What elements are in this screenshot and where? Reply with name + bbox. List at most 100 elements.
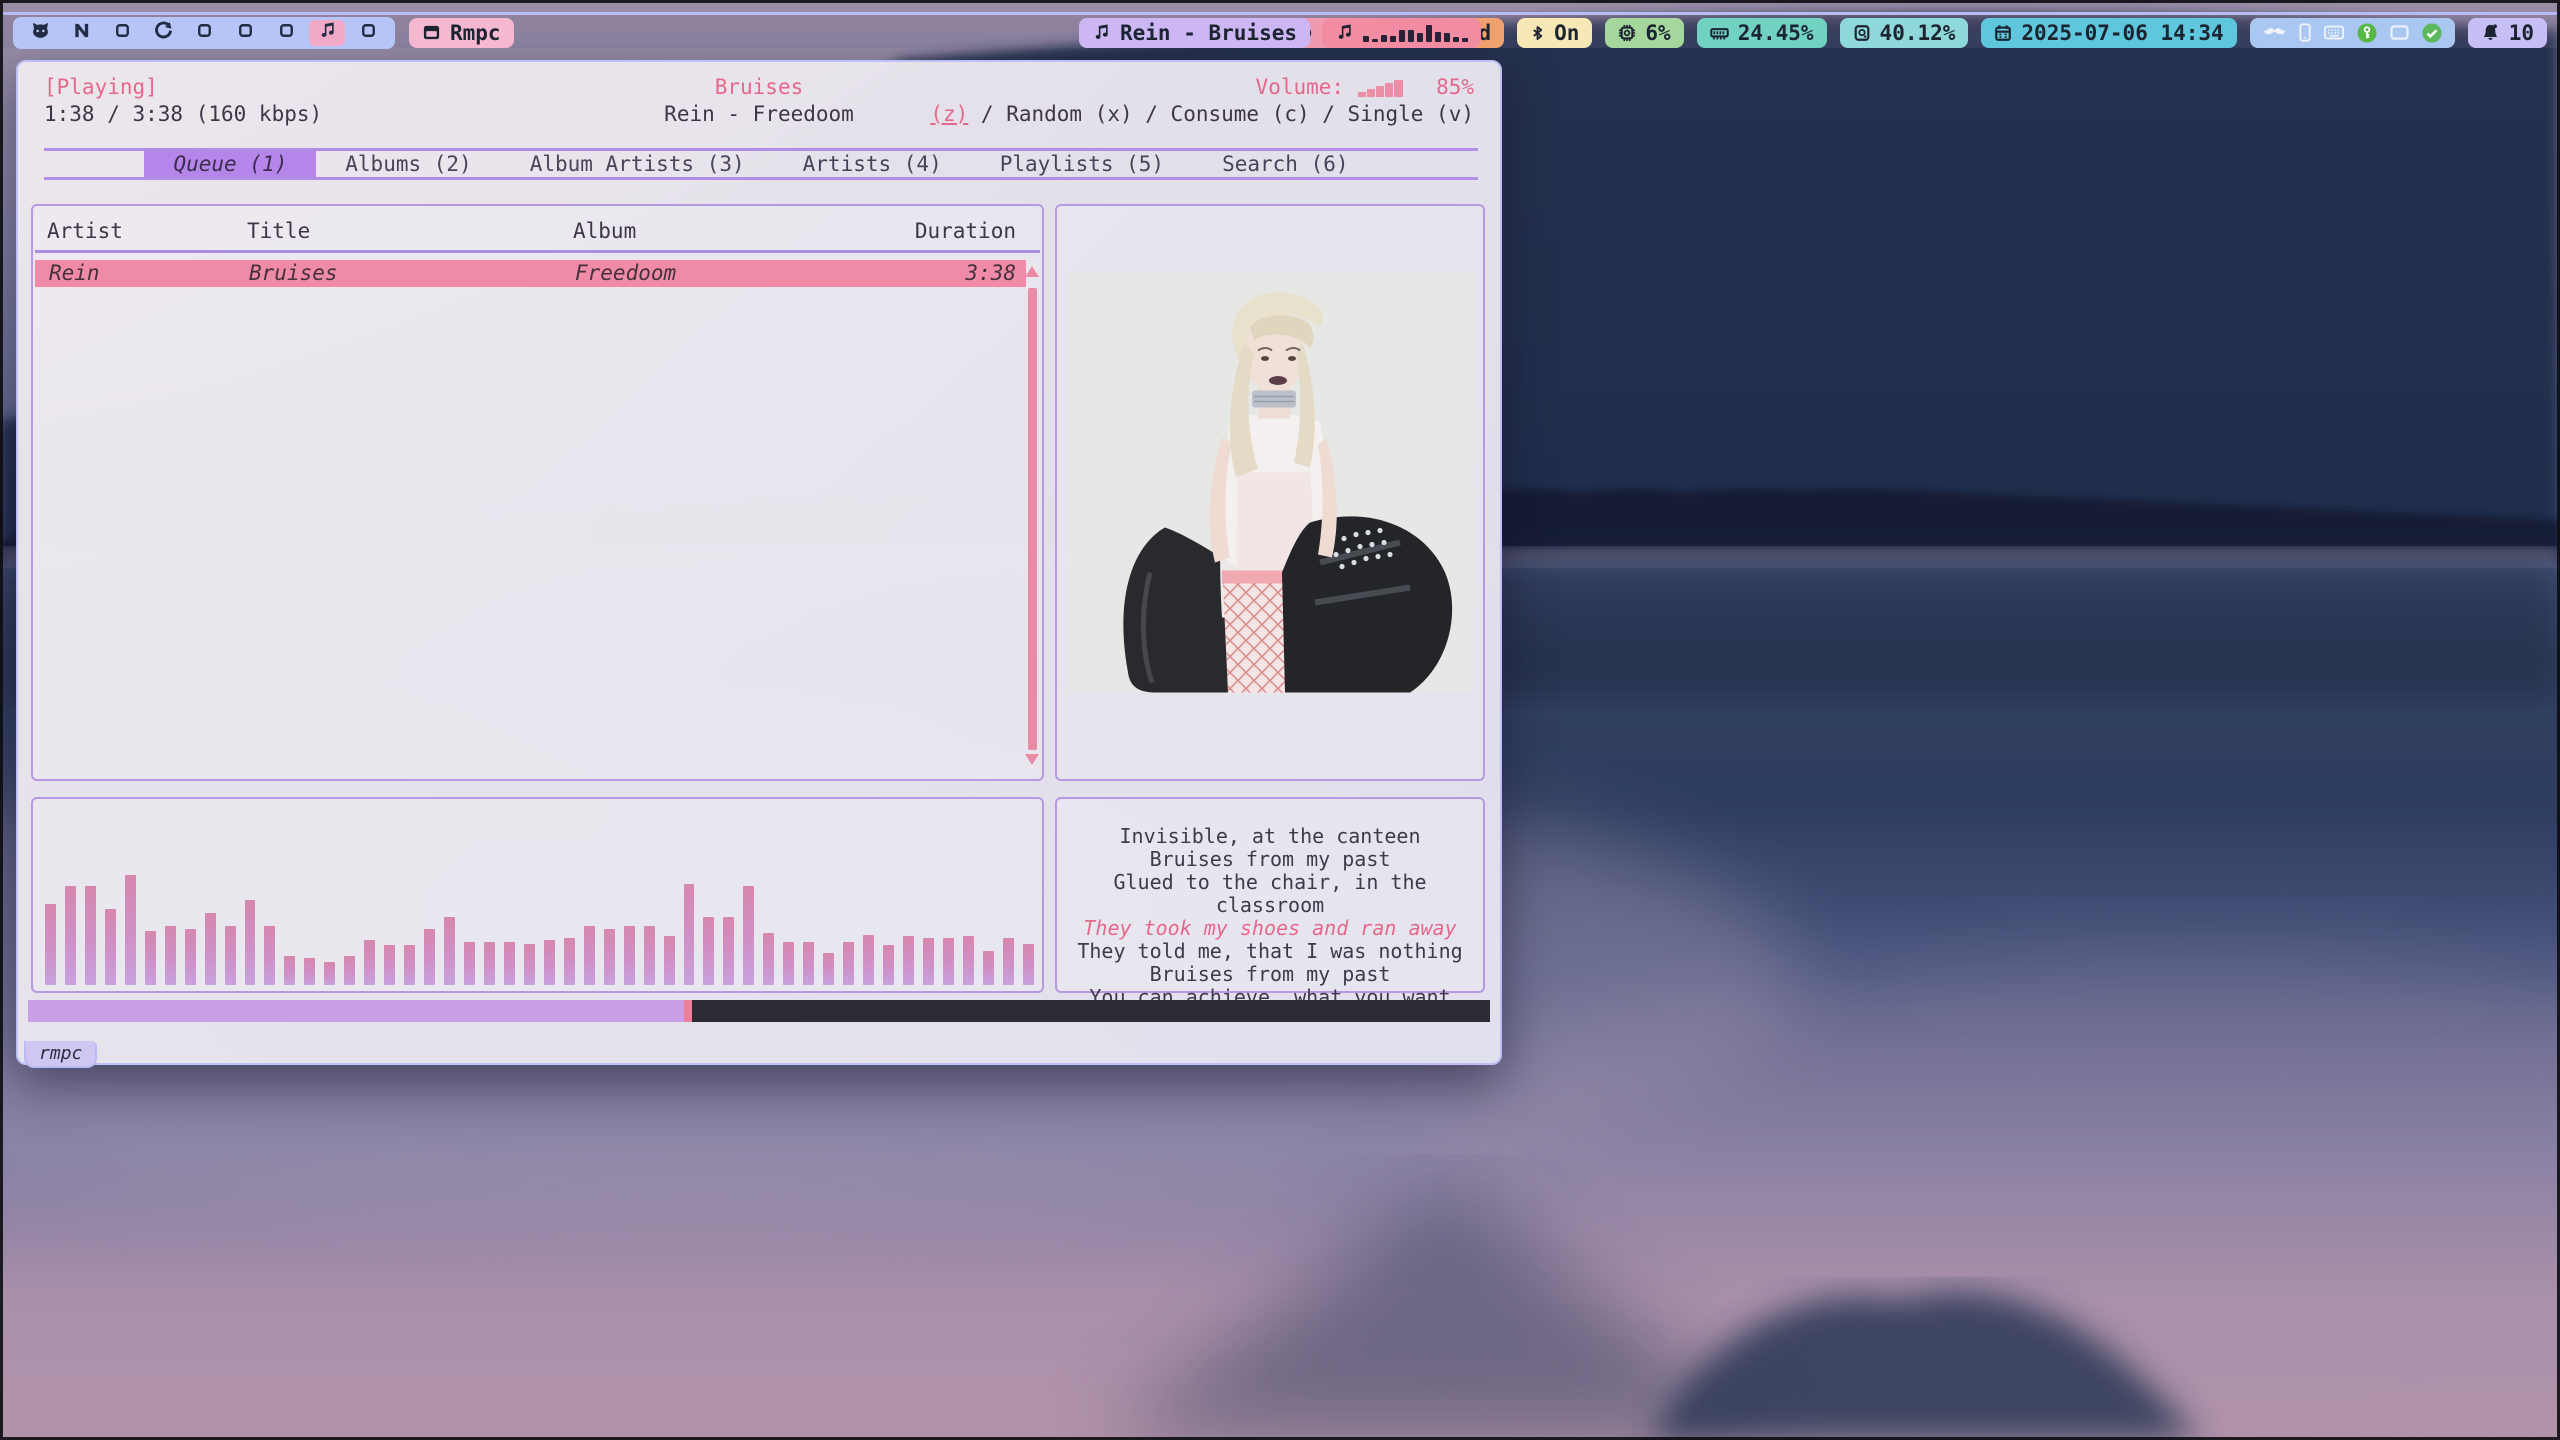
bluetooth-widget[interactable]: On bbox=[1517, 18, 1592, 48]
keyboard-icon[interactable] bbox=[2324, 25, 2344, 40]
lyric-line: Bruises from my past bbox=[1063, 963, 1477, 986]
viz-bar bbox=[923, 938, 934, 985]
taskbar-item-rmpc[interactable]: Rmpc bbox=[409, 18, 514, 48]
cpu-widget[interactable]: 6% bbox=[1605, 18, 1683, 48]
column-header-artist: Artist bbox=[47, 216, 123, 246]
lyric-line: Invisible, at the canteen bbox=[1063, 825, 1477, 848]
memory-widget-value: 24.45% bbox=[1738, 21, 1814, 45]
viz-bar bbox=[324, 962, 335, 985]
clock-widget[interactable]: 2025-07-06 14:34 bbox=[1981, 18, 2236, 48]
tray-window-icon[interactable] bbox=[2390, 25, 2409, 40]
viz-bar bbox=[664, 936, 675, 985]
workspace-3[interactable] bbox=[104, 20, 140, 46]
viz-bar bbox=[145, 931, 156, 985]
top-bar: Rmpc Rein - Bruises 55%WiredOn6%24.45%40… bbox=[3, 12, 2557, 48]
tab-queue-1-[interactable]: Queue (1) bbox=[144, 151, 316, 177]
visualizer-bars bbox=[45, 805, 1034, 985]
viz-bar bbox=[484, 942, 495, 985]
queue-panel: Artist Title Album Duration Rein Bruises… bbox=[31, 204, 1044, 781]
tab-albums-2-[interactable]: Albums (2) bbox=[316, 151, 500, 177]
memory-widget[interactable]: 24.45% bbox=[1697, 18, 1827, 48]
bluetooth-widget-value: On bbox=[1554, 21, 1579, 45]
lyrics-lines: Invisible, at the canteen Bruises from my… bbox=[1063, 825, 1477, 1009]
disk-widget[interactable]: 40.12% bbox=[1840, 18, 1969, 48]
workspace-1[interactable] bbox=[22, 20, 58, 46]
progress-elapsed bbox=[28, 1000, 684, 1022]
lyric-line-current: They took my shoes and ran away bbox=[1063, 917, 1477, 940]
workspace-5[interactable] bbox=[186, 20, 222, 46]
mini-bar bbox=[1399, 30, 1405, 42]
music-note-icon bbox=[1092, 23, 1111, 42]
cpu-icon bbox=[1618, 24, 1636, 42]
window-title-tab[interactable]: rmpc bbox=[24, 1041, 97, 1068]
workspace-switcher bbox=[13, 17, 395, 49]
viz-bar bbox=[584, 926, 595, 985]
viz-bar bbox=[205, 913, 216, 985]
workspace-2[interactable] bbox=[63, 20, 99, 46]
player-options-block: Volume: 85% (z) / Random (x) / Consume (… bbox=[930, 74, 1474, 128]
modes-rest[interactable]: / Random (x) / Consume (c) / Single (v) bbox=[968, 102, 1474, 126]
tab-album-artists-3-[interactable]: Album Artists (3) bbox=[501, 151, 774, 177]
tab-bar: Queue (1)Albums (2)Album Artists (3)Arti… bbox=[44, 148, 1478, 180]
viz-bar bbox=[963, 936, 974, 985]
lyric-line: They told me, that I was nothing bbox=[1063, 940, 1477, 963]
disk-icon bbox=[1853, 24, 1871, 42]
mode-repeat[interactable]: (z) bbox=[930, 102, 968, 126]
cell-duration: 3:38 bbox=[965, 260, 1016, 287]
viz-bar bbox=[504, 942, 515, 985]
viz-bar bbox=[544, 940, 555, 985]
header-divider bbox=[35, 250, 1040, 253]
workspace-4[interactable] bbox=[145, 20, 181, 46]
viz-bar bbox=[564, 938, 575, 985]
scrollbar-thumb[interactable] bbox=[1028, 288, 1037, 750]
mini-bar bbox=[1363, 36, 1369, 41]
tab-artists-4-[interactable]: Artists (4) bbox=[774, 151, 971, 177]
viz-bar bbox=[344, 956, 355, 985]
rmpc-window: [Playing] 1:38 / 3:38 (160 kbps) Bruises… bbox=[16, 60, 1502, 1065]
mini-bar bbox=[1426, 25, 1432, 41]
progress-bar[interactable] bbox=[28, 1000, 1490, 1022]
notifications-widget[interactable]: 10 bbox=[2468, 18, 2547, 48]
mini-visualizer-widget[interactable] bbox=[1322, 18, 1481, 48]
system-tray bbox=[2250, 18, 2455, 48]
tab-search-6-[interactable]: Search (6) bbox=[1193, 151, 1377, 177]
album-art-image bbox=[1070, 272, 1474, 693]
scrollbar-down-arrow[interactable] bbox=[1025, 754, 1039, 765]
check-icon[interactable] bbox=[2422, 23, 2442, 43]
workspace-6[interactable] bbox=[227, 20, 263, 46]
mustache-icon[interactable] bbox=[2263, 27, 2286, 39]
queue-row-selected[interactable]: Rein Bruises Freedoom 3:38 bbox=[35, 260, 1026, 287]
viz-bar bbox=[763, 933, 774, 985]
column-header-title: Title bbox=[247, 216, 310, 246]
viz-bar bbox=[284, 956, 295, 985]
viz-bar bbox=[364, 940, 375, 985]
calendar-icon bbox=[1994, 24, 2012, 42]
scrollbar-up-arrow[interactable] bbox=[1025, 266, 1039, 277]
viz-bar bbox=[65, 886, 76, 985]
viz-bar bbox=[803, 942, 814, 985]
lyric-line: Glued to the chair, in the classroom bbox=[1063, 871, 1477, 917]
notification-count: 10 bbox=[2509, 21, 2534, 45]
viz-bar bbox=[264, 926, 275, 985]
phone-icon[interactable] bbox=[2299, 23, 2311, 42]
viz-bar bbox=[125, 875, 136, 985]
viz-bar bbox=[863, 935, 874, 985]
workspace-7[interactable] bbox=[268, 20, 304, 46]
square-icon bbox=[361, 23, 376, 42]
tab-playlists-5-[interactable]: Playlists (5) bbox=[971, 151, 1193, 177]
viz-bar bbox=[943, 938, 954, 985]
mini-bar bbox=[1372, 39, 1378, 42]
now-playing-widget[interactable]: Rein - Bruises bbox=[1079, 18, 1310, 48]
album-art-panel bbox=[1055, 204, 1485, 781]
viz-bar bbox=[424, 929, 435, 985]
cell-album: Freedoom bbox=[575, 260, 676, 287]
key-icon[interactable] bbox=[2357, 23, 2377, 43]
workspace-8[interactable] bbox=[309, 20, 345, 46]
viz-bar bbox=[624, 926, 635, 985]
viz-bar bbox=[723, 917, 734, 985]
workspace-9[interactable] bbox=[350, 20, 386, 46]
progress-marker[interactable] bbox=[684, 1000, 692, 1022]
column-header-duration: Duration bbox=[915, 216, 1016, 246]
mini-bar bbox=[1408, 30, 1414, 42]
viz-bar bbox=[983, 951, 994, 985]
